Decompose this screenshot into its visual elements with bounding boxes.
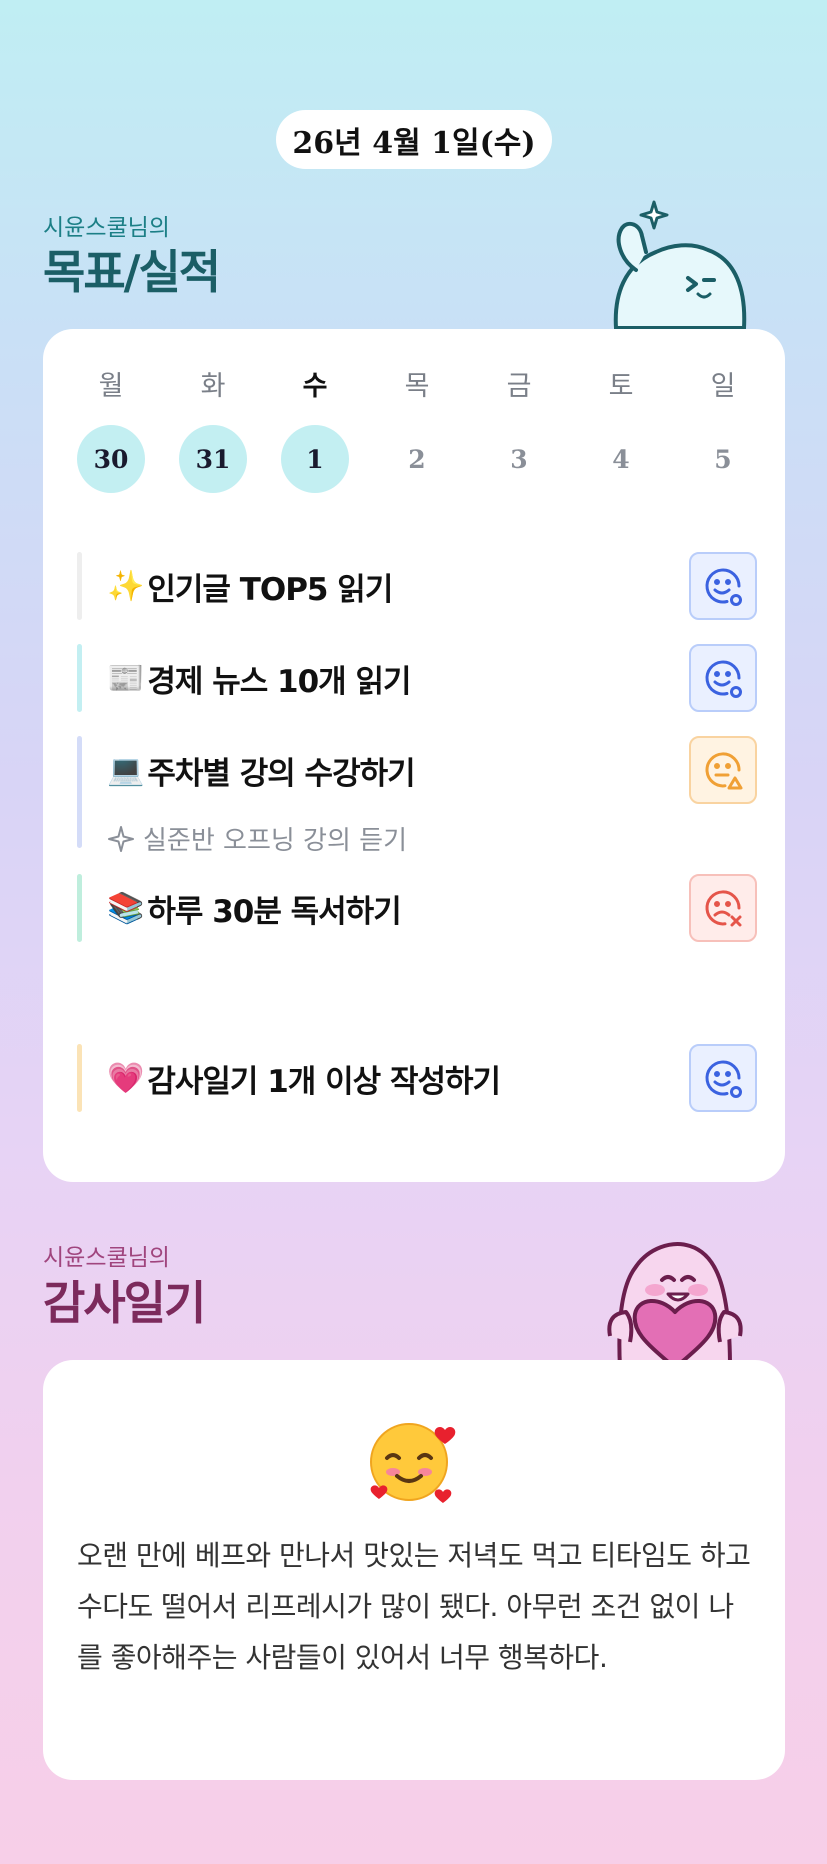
smiling-face-with-hearts-icon: [370, 1423, 456, 1503]
status-good-icon[interactable]: [689, 552, 757, 620]
day-number: 31: [179, 425, 247, 493]
sparkle-outline-icon: [108, 825, 134, 852]
day-name: 월: [98, 371, 124, 402]
status-good-icon[interactable]: [689, 1044, 757, 1112]
goal-item[interactable]: 💗 감사일기 1개 이상 작성하기: [77, 1044, 757, 1112]
goal-item[interactable]: ✨ 인기글 TOP5 읽기: [77, 552, 757, 620]
gratitude-text: 오랜 만에 베프와 만나서 맛있는 저녁도 먹고 티타임도 하고 수다도 떨어서…: [77, 1539, 751, 1674]
gratitude-section-title: 감사일기: [43, 1276, 206, 1330]
goal-label: 하루 30분 독서하기: [147, 893, 401, 930]
day-name: 일: [710, 371, 736, 402]
day-number: 4: [612, 444, 630, 474]
goal-label: 주차별 강의 수강하기: [147, 755, 415, 792]
day-wed[interactable]: 수 1: [281, 369, 349, 493]
heart-icon: 💗: [107, 1060, 144, 1096]
date-label: 26년 4월 1일(수): [276, 110, 552, 169]
day-mon[interactable]: 월 30: [77, 369, 145, 493]
thumbs-up-mascot-icon: [613, 200, 747, 330]
laptop-icon: 💻: [107, 752, 144, 788]
goals-section-title: 목표/실적: [43, 245, 221, 299]
goal-label: 인기글 TOP5 읽기: [147, 571, 393, 608]
goal-label: 경제 뉴스 10개 읽기: [147, 663, 411, 700]
day-name: 금: [506, 371, 532, 402]
day-name: 토: [608, 371, 634, 402]
goal-color-bar: [77, 552, 82, 620]
status-warning-icon[interactable]: [689, 736, 757, 804]
day-number: 2: [408, 444, 426, 474]
day-name: 수: [302, 371, 328, 402]
goal-color-bar: [77, 736, 82, 848]
day-name: 화: [200, 371, 226, 402]
status-fail-icon[interactable]: [689, 874, 757, 942]
sparkles-icon: ✨: [107, 568, 144, 604]
heart-hug-mascot-icon: [607, 1242, 743, 1368]
day-sun[interactable]: 일 5: [689, 369, 757, 493]
goals-card: 월 30 화 31 수 1 목 2 금 3 토 4 일 5 ✨ 인기글 TOP5…: [43, 329, 785, 1182]
day-number: 5: [714, 444, 732, 474]
day-number: 3: [510, 444, 528, 474]
goal-label: 감사일기 1개 이상 작성하기: [147, 1063, 501, 1100]
goal-item[interactable]: 📰 경제 뉴스 10개 읽기: [77, 644, 757, 712]
day-tue[interactable]: 화 31: [179, 369, 247, 493]
goal-item[interactable]: 📚 하루 30분 독서하기: [77, 874, 757, 942]
day-sat[interactable]: 토 4: [587, 369, 655, 493]
day-number: 1: [281, 425, 349, 493]
goal-color-bar: [77, 874, 82, 942]
week-calendar: 월 30 화 31 수 1 목 2 금 3 토 4 일 5: [77, 369, 757, 493]
day-thu[interactable]: 목 2: [383, 369, 451, 493]
books-icon: 📚: [107, 890, 144, 926]
status-good-icon[interactable]: [689, 644, 757, 712]
goal-item[interactable]: 💻 주차별 강의 수강하기 실준반 오프닝 강의 듣기: [77, 736, 757, 856]
newspaper-icon: 📰: [107, 660, 144, 696]
goal-color-bar: [77, 1044, 82, 1112]
day-number: 30: [77, 425, 145, 493]
day-fri[interactable]: 금 3: [485, 369, 553, 493]
gratitude-card: 오랜 만에 베프와 만나서 맛있는 저녁도 먹고 티타임도 하고 수다도 떨어서…: [43, 1360, 785, 1780]
sub-item-label: 실준반 오프닝 강의 듣기: [143, 826, 407, 856]
day-name: 목: [404, 371, 430, 402]
goal-color-bar: [77, 644, 82, 712]
goal-sub-item[interactable]: 실준반 오프닝 강의 듣기: [107, 820, 407, 857]
